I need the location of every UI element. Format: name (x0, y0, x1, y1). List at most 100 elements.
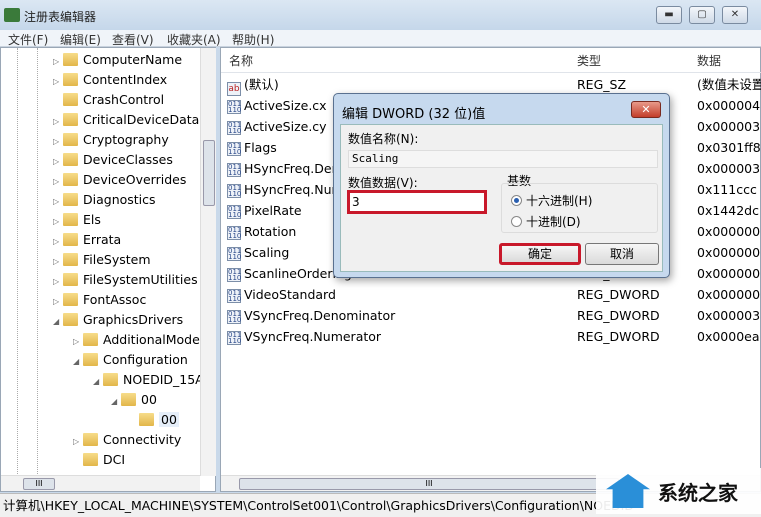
tree-item[interactable]: ▷ FileSystem (53, 250, 151, 270)
expander-icon[interactable]: ▷ (53, 252, 63, 272)
value-row[interactable]: 011 110 VSyncFreq.Numerator REG_DWORD 0x0000… (227, 326, 760, 347)
tree-vertical-scrollbar[interactable] (200, 48, 216, 476)
scroll-thumb[interactable] (203, 140, 215, 206)
binary-value-icon: 011 110 (227, 184, 242, 198)
expander-icon[interactable]: ◢ (111, 392, 121, 412)
expander-icon[interactable]: ▷ (53, 292, 63, 312)
expander-icon[interactable]: ▷ (53, 192, 63, 212)
value-row[interactable]: 011 110 VideoStandard REG_DWORD 0x000000 (227, 284, 760, 305)
maximize-button[interactable]: ▢ (689, 6, 715, 24)
expander-icon[interactable]: ▷ (53, 152, 63, 172)
tree-item[interactable]: ▷ DeviceOverrides (53, 170, 186, 190)
house-logo-icon (606, 474, 650, 508)
expander-icon[interactable]: ◢ (93, 372, 103, 392)
expander-icon[interactable]: ▷ (53, 52, 63, 72)
tree-item[interactable]: ▷ Connectivity (73, 430, 181, 450)
folder-icon (63, 313, 78, 326)
folder-icon (63, 113, 78, 126)
folder-icon (63, 173, 78, 186)
menu-file[interactable]: 文件(F) (8, 31, 48, 48)
window-title: 注册表编辑器 (24, 10, 97, 24)
expander-icon[interactable]: ◢ (73, 352, 83, 372)
folder-icon (83, 353, 98, 366)
radio-selected-icon (511, 195, 522, 206)
folder-icon (63, 133, 78, 146)
tree-item[interactable]: ▷ ComputerName (53, 50, 182, 70)
expander-icon[interactable]: ▷ (53, 212, 63, 232)
cancel-button[interactable]: 取消 (585, 243, 659, 265)
close-button[interactable]: ✕ (722, 6, 748, 24)
tree-item[interactable]: ◢ Configuration (73, 350, 188, 370)
expander-icon[interactable]: ▷ (73, 432, 83, 452)
string-value-icon: ab (227, 82, 241, 96)
folder-icon (139, 413, 154, 426)
tree-item[interactable]: ▷ Errata (53, 230, 121, 250)
ok-button[interactable]: 确定 (499, 243, 581, 265)
binary-value-icon: 011 110 (227, 205, 242, 219)
tree-item[interactable]: ▷ DeviceClasses (53, 150, 173, 170)
binary-value-icon: 011 110 (227, 163, 242, 177)
scroll-thumb[interactable]: III (239, 478, 619, 490)
dialog-title: 编辑 DWORD (32 位)值 (342, 107, 486, 122)
tree-horizontal-scrollbar[interactable]: III (1, 475, 200, 491)
tree-item[interactable]: ▷ AdditionalMode (73, 330, 200, 350)
title-bar: 注册表编辑器 ▬ ▢ ✕ (0, 0, 761, 30)
expander-icon[interactable]: ▷ (53, 112, 63, 132)
folder-icon (121, 393, 136, 406)
regedit-icon (4, 8, 20, 22)
folder-icon (63, 193, 78, 206)
expander-icon[interactable]: ▷ (53, 232, 63, 252)
scroll-thumb[interactable]: III (23, 478, 55, 490)
radio-unselected-icon (511, 216, 522, 227)
tree-item[interactable]: DCI (73, 450, 125, 470)
dialog-close-button[interactable]: ✕ (631, 101, 661, 118)
folder-icon (63, 233, 78, 246)
value-data-input[interactable]: 3 (347, 190, 487, 214)
tree-item[interactable]: ▷ FileSystemUtilities (53, 270, 198, 290)
tree-item[interactable]: ◢ NOEDID_15A (93, 370, 204, 390)
tree-item[interactable]: ◢ GraphicsDrivers (53, 310, 183, 330)
tree-item[interactable]: ▷ FontAssoc (53, 290, 146, 310)
tree-item[interactable]: ▷ Els (53, 210, 101, 230)
expander-icon[interactable]: ▷ (53, 272, 63, 292)
binary-value-icon: 011 110 (227, 247, 242, 261)
binary-value-icon: 011 110 (227, 268, 242, 282)
column-header-data[interactable]: 数据 (697, 52, 721, 69)
minimize-button[interactable]: ▬ (656, 6, 682, 24)
expander-icon[interactable]: ▷ (73, 332, 83, 352)
tree-item[interactable]: ◢ 00 (111, 390, 157, 410)
dec-radio[interactable]: 十进制(D) (511, 213, 581, 230)
watermark: 系统之家 (596, 468, 761, 514)
hex-radio[interactable]: 十六进制(H) (511, 192, 592, 209)
tree-item[interactable]: ▷ Cryptography (53, 130, 169, 150)
binary-value-icon: 011 110 (227, 310, 242, 324)
menu-help[interactable]: 帮助(H) (232, 31, 274, 48)
tree-item[interactable]: ▷ CriticalDeviceDatab (53, 110, 207, 130)
watermark-text: 系统之家 (658, 481, 738, 505)
menu-favorites[interactable]: 收藏夹(A) (167, 31, 221, 48)
folder-icon (63, 73, 78, 86)
binary-value-icon: 011 110 (227, 100, 242, 114)
tree-item[interactable]: ▷ Diagnostics (53, 190, 156, 210)
folder-icon (83, 453, 98, 466)
column-header-name[interactable]: 名称 (229, 52, 253, 69)
expander-icon[interactable]: ▷ (53, 172, 63, 192)
expander-icon[interactable]: ◢ (53, 312, 63, 332)
binary-value-icon: 011 110 (227, 331, 242, 345)
expander-icon[interactable]: ▷ (53, 132, 63, 152)
tree-item[interactable]: CrashControl (53, 90, 164, 110)
value-row[interactable]: 011 110 VSyncFreq.Denominator REG_DWORD 0x00… (227, 305, 760, 326)
menu-edit[interactable]: 编辑(E) (60, 31, 101, 48)
value-row[interactable]: ab(默认)REG_SZ(数值未设置) (227, 74, 761, 96)
value-data-label: 数值数据(V): (348, 176, 418, 190)
binary-value-icon: 011 110 (227, 121, 242, 135)
tree-item[interactable]: ▷ ContentIndex (53, 70, 167, 90)
folder-icon (103, 373, 118, 386)
folder-icon (63, 273, 78, 286)
folder-icon (63, 213, 78, 226)
column-header-type[interactable]: 类型 (577, 52, 601, 69)
tree-item[interactable]: 00 (129, 410, 179, 430)
menu-view[interactable]: 查看(V) (112, 31, 154, 48)
expander-icon[interactable]: ▷ (53, 72, 63, 92)
folder-icon (63, 93, 78, 106)
